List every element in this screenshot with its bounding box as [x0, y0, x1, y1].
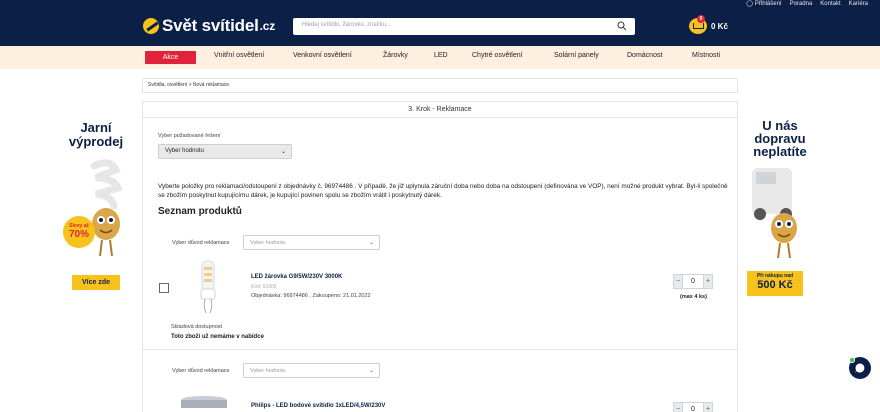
- product-image: [200, 260, 216, 314]
- product-checkbox[interactable]: [159, 283, 169, 293]
- reason-label: Vyber důvod reklamace: [172, 368, 230, 374]
- product-code: Kód: 01005: [251, 284, 277, 290]
- login-link[interactable]: ◯ Přihlášení: [746, 0, 781, 8]
- banner-right[interactable]: U nás dopravu neplatíte Při nákupu nad 5…: [744, 118, 816, 308]
- minus-button[interactable]: −: [673, 274, 683, 289]
- banner-left[interactable]: Jarní výprodej Slevy až 70% Více zde: [60, 118, 132, 308]
- logo-bulb-icon: [143, 18, 159, 34]
- contact-link[interactable]: Kontakt: [820, 0, 840, 7]
- chat-button[interactable]: [849, 357, 871, 379]
- chat-bubble-icon: [855, 363, 865, 373]
- info-text: Vyberte položky pro reklamaci/odstoupení…: [158, 183, 728, 199]
- reason-label: Vyber důvod reklamace: [172, 240, 230, 246]
- free-shipping-badge[interactable]: Při nákupu nad 500 Kč: [747, 271, 803, 296]
- max-quantity: (max 4 ks): [680, 294, 707, 300]
- cart-total: 0 Kč: [711, 21, 728, 31]
- discount-badge: Slevy až 70%: [63, 216, 95, 248]
- claim-panel: 3. Krok - Reklamace Vyber požadované řeš…: [142, 101, 738, 412]
- nav-item-indoor[interactable]: Vnitřní osvětlení: [214, 52, 264, 59]
- cart-count-badge: 0: [697, 15, 705, 23]
- top-links: ◯ Přihlášení Poradna Kontakt Kariéra: [746, 0, 868, 8]
- user-icon: ◯: [746, 1, 753, 7]
- solution-select[interactable]: Vyber hodnotu ⌄: [158, 144, 292, 159]
- solution-label: Vyber požadované řešení: [158, 133, 221, 139]
- site-header: ◯ Přihlášení Poradna Kontakt Kariéra Svět…: [0, 0, 880, 46]
- minus-button[interactable]: −: [673, 402, 683, 412]
- product-image: [181, 396, 227, 408]
- search-placeholder: Hledej svítidlo, žárovku, značku...: [302, 22, 392, 28]
- product-order-info: Objednávka: 96974486 , Zakoupeno: 21.01.…: [251, 293, 371, 299]
- product-name[interactable]: LED žárovka G9/5W/230V 3000K: [251, 274, 342, 280]
- search-icon[interactable]: [617, 21, 627, 31]
- quantity-stepper[interactable]: − 0 +: [673, 274, 713, 289]
- banner-right-title-3: neplatíte: [753, 144, 807, 159]
- products-title: Seznam produktů: [158, 206, 242, 217]
- nav-item-solar[interactable]: Solární panely: [554, 52, 599, 59]
- cart-icon: 0: [689, 15, 707, 34]
- quantity-value[interactable]: 0: [683, 402, 703, 412]
- nav-item-rooms[interactable]: Místnosti: [692, 52, 720, 59]
- step-title: 3. Krok - Reklamace: [143, 102, 737, 118]
- nav-item-bulbs[interactable]: Žárovky: [383, 52, 408, 59]
- nav-item-smart[interactable]: Chytré osvětlení: [472, 52, 523, 59]
- banner-left-title-2: výprodej: [68, 134, 124, 149]
- nav-item-led[interactable]: LED: [434, 52, 448, 59]
- stock-label: Skladová dostupnost: [171, 324, 223, 330]
- nav-item-home[interactable]: Domácnost: [627, 52, 662, 59]
- nav-item-outdoor[interactable]: Venkovní osvětlení: [293, 52, 352, 59]
- cart-button[interactable]: 0 0 Kč: [689, 15, 728, 34]
- quantity-value[interactable]: 0: [683, 274, 703, 289]
- chevron-down-icon: ⌄: [280, 149, 286, 155]
- bulb-mascot-icon: [90, 159, 123, 257]
- plus-button[interactable]: +: [703, 402, 713, 412]
- breadcrumb[interactable]: Svítidla, osvětlení > Nová reklamace: [142, 78, 738, 93]
- site-logo[interactable]: Svět svítidel .cz: [143, 16, 275, 36]
- advice-link[interactable]: Poradna: [790, 0, 813, 7]
- delivery-van-mascot-icon: [752, 168, 797, 259]
- main-nav: Akce Vnitřní osvětlení Venkovní osvětlen…: [0, 46, 880, 69]
- chevron-down-icon: ⌄: [368, 240, 374, 246]
- banner-left-title-1: Jarní: [80, 120, 112, 135]
- more-button[interactable]: Více zde: [72, 275, 120, 290]
- plus-button[interactable]: +: [703, 274, 713, 289]
- reason-select[interactable]: Vyber hodnotu ⌄: [243, 235, 380, 250]
- quantity-stepper[interactable]: − 0 +: [673, 402, 713, 412]
- reason-select[interactable]: Vyber hodnotu ⌄: [243, 363, 380, 378]
- product-divider: [143, 349, 737, 350]
- search-input[interactable]: Hledej svítidlo, žárovku, značku...: [293, 18, 635, 35]
- nav-item-akce[interactable]: Akce: [145, 51, 196, 64]
- stock-status: Toto zboží už nemáme v nabídce: [171, 334, 264, 340]
- product-name[interactable]: Philips - LED bodové svítidlo 1xLED/4,5W…: [251, 403, 385, 409]
- chevron-down-icon: ⌄: [368, 368, 374, 374]
- career-link[interactable]: Kariéra: [849, 0, 868, 7]
